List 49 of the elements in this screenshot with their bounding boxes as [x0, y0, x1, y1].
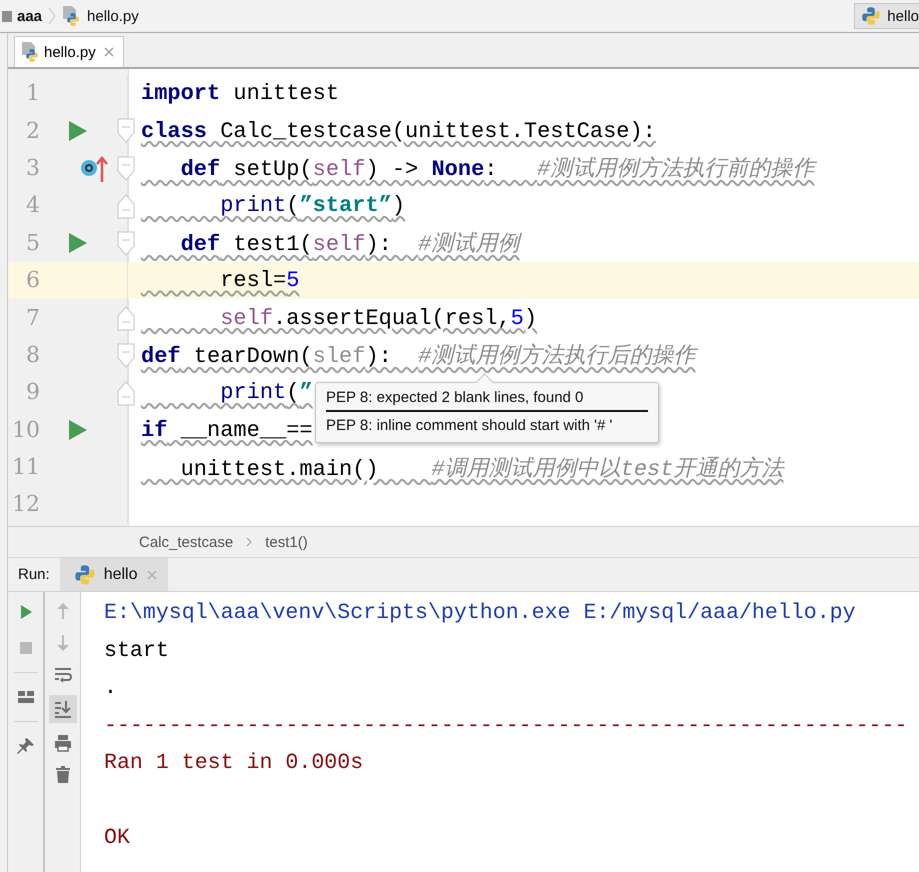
console-line: start [104, 638, 170, 664]
code-line: def test1(self): #测试用例 [141, 228, 520, 258]
python-icon [861, 6, 882, 26]
code-line: resl=5 [219, 268, 300, 294]
line-number: 8 [25, 342, 40, 368]
code-line: unittest.main() #调用测试用例中以test开通的方法 [180, 455, 784, 483]
panel-title: Run: [18, 566, 50, 583]
python-icon [74, 564, 96, 586]
tooltip-message: PEP 8: inline comment should start with '# ' [326, 417, 614, 434]
run-icon[interactable] [68, 232, 88, 254]
breadcrumb-item[interactable]: Calc_testcase [139, 534, 234, 550]
console-line: -------------------------------------------------------------- [104, 712, 908, 740]
line-number: 12 [11, 492, 40, 518]
tab-label: hello [104, 566, 138, 584]
code-line: def tearDown(slef): #测试用例方法执行后的操作 [141, 340, 696, 370]
line-number: 10 [11, 418, 40, 443]
chevron-icon [245, 536, 254, 548]
scroll-to-end-icon[interactable] [48, 695, 76, 723]
run-icon[interactable] [68, 419, 88, 442]
code-line: print(”start”) [219, 193, 406, 218]
close-icon[interactable] [146, 568, 158, 580]
breadcrumb-item[interactable]: hello.py [87, 8, 139, 24]
breadcrumb-item[interactable]: test1() [265, 534, 308, 550]
console-line: E:\mysql\aaa\venv\Scripts\python.exe E:/mysql/aaa/hello.py [104, 600, 857, 627]
python-file-icon [21, 41, 41, 63]
line-number: 2 [25, 118, 40, 144]
code-line: import unittest [141, 81, 340, 106]
run-icon[interactable] [68, 120, 88, 142]
line-number: 3 [25, 156, 40, 181]
tab-label: hello.py [44, 44, 96, 60]
code-line: print(” [219, 380, 313, 406]
console-line: Ran 1 test in 0.000s [104, 750, 364, 777]
console-line: OK [104, 825, 131, 852]
line-number: 1 [25, 81, 40, 106]
console-line: . [104, 675, 118, 702]
breadcrumb-item[interactable]: aaa [17, 8, 42, 24]
code-line: def setUp(self) -> None: #测试用例方法执行前的操作 [141, 153, 814, 184]
line-number: 11 [11, 455, 40, 480]
run-config-dropdown[interactable]: hello [854, 3, 919, 29]
line-number: 6 [25, 268, 40, 294]
tooltip-message: PEP 8: expected 2 blank lines, found 0 [326, 389, 584, 406]
close-icon[interactable] [102, 46, 115, 58]
code-line: if __name__== [141, 418, 313, 443]
code-line: self.assertEqual(resl,5) [219, 306, 538, 331]
chevron-icon [47, 6, 58, 26]
code-line: class Calc_testcase(unittest.TestCase): [141, 118, 656, 144]
run-tab[interactable]: hello [60, 558, 168, 591]
editor-tab[interactable]: hello.py [14, 36, 124, 67]
line-number: 5 [25, 230, 40, 256]
